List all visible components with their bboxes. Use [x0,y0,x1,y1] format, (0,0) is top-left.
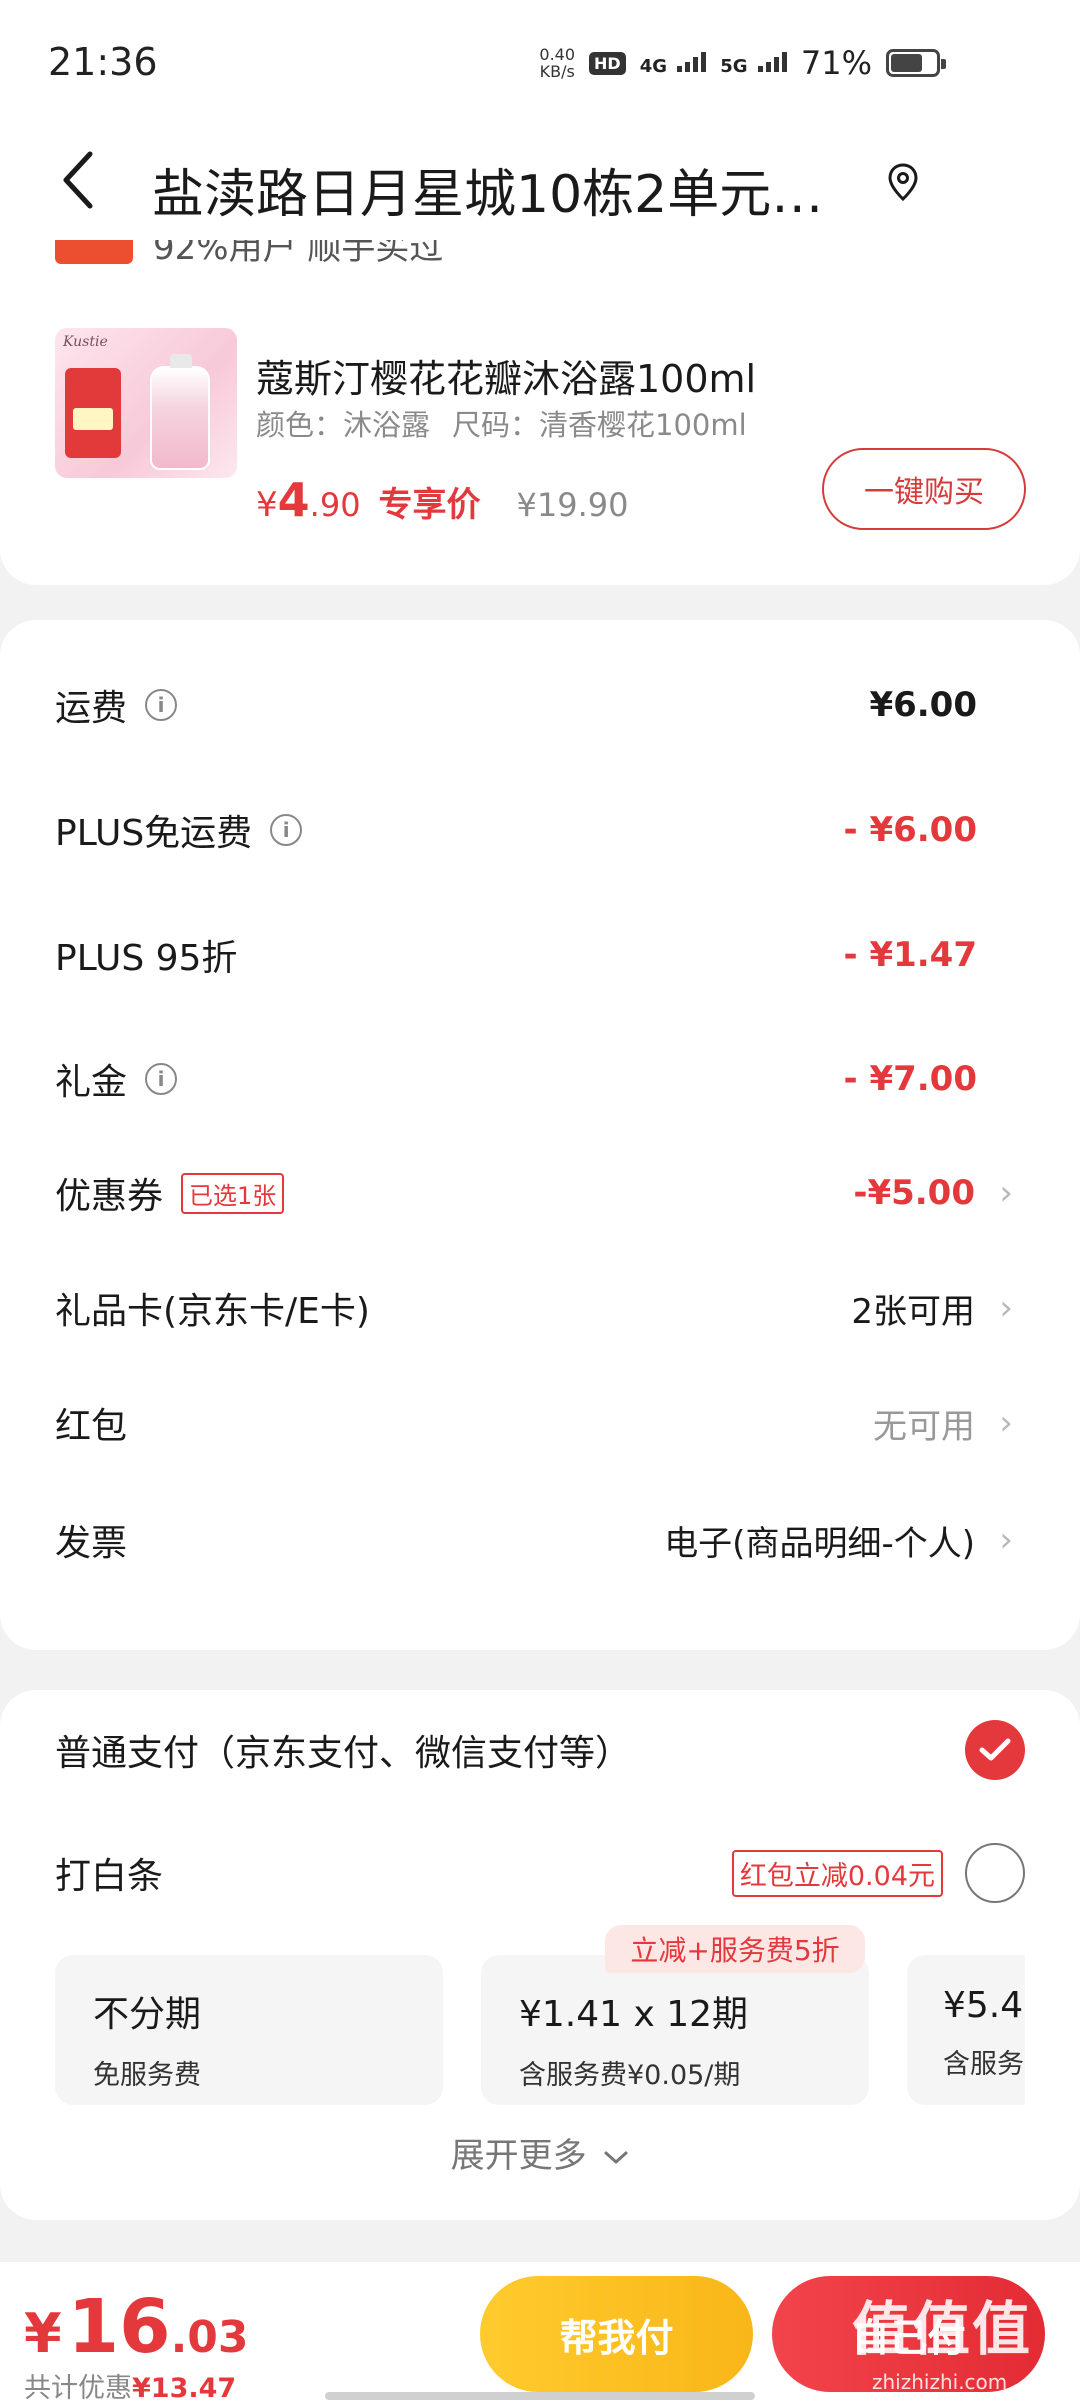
recommend-badge [55,240,133,264]
signal-5g-icon: 5G [720,50,787,77]
exclusive-price-tag: 专享价 [378,485,481,525]
back-arrow-icon[interactable] [56,148,106,212]
product-image[interactable]: Kustie [55,328,237,478]
clock: 21:36 [48,40,158,84]
plus-free-shipping-value: - ¥6.00 [843,810,978,850]
installment-plan-other[interactable]: ¥5.4 含服务 [907,1955,1025,2105]
battery-icon [886,49,946,77]
gift-card-value: 2张可用 [851,1291,975,1332]
location-pin-icon[interactable] [885,162,921,202]
chevron-right-icon: › [999,1288,1013,1328]
chevron-right-icon: › [999,1173,1013,1213]
checkmark-selected-icon[interactable] [965,1720,1025,1780]
gift-money-row: 礼金 i - ¥7.00 [55,1059,978,1103]
expand-more-button[interactable]: 展开更多 [0,2128,1080,2177]
payment-card: 普通支付（京东支付、微信支付等） 打白条 红包立减0.04元 立减+服务费5折 … [0,1690,1080,2220]
info-icon[interactable]: i [145,689,178,721]
chevron-right-icon: › [999,1403,1013,1443]
delivery-address[interactable]: 盐渎路日月星城10栋2单元… [152,152,852,227]
red-packet-value: 无可用 [873,1406,975,1447]
battery-percent: 71% [800,44,872,82]
page-header: 盐渎路日月星城10栋2单元… [0,120,1080,240]
checkout-bar: ¥ 16 .03 共计优惠¥13.47 帮我付 自己付 值值值 zhizhizh… [0,2262,1080,2408]
total-saving: 共计优惠¥13.47 [24,2373,237,2404]
invoice-row[interactable]: 发票 电子(商品明细-个人) › [55,1505,1025,1575]
installment-plan-12[interactable]: ¥1.41 x 12期 含服务费¥0.05/期 [481,1955,869,2105]
coupon-row[interactable]: 优惠券 已选1张 -¥5.00 › [55,1158,1025,1228]
hd-icon: HD [589,51,626,75]
installment-plans: 不分期 免服务费 ¥1.41 x 12期 含服务费¥0.05/期 ¥5.4 含服… [55,1955,1025,2125]
one-click-buy-button[interactable]: 一键购买 [822,448,1026,530]
original-price: ¥19.90 [516,486,629,524]
baitiao-payment-option[interactable]: 打白条 红包立减0.04元 [55,1838,1025,1908]
signal-4g-icon: 4G [640,50,707,77]
watermark-logo: 值值值 zhizhizhi.com [852,2295,1033,2394]
plus-discount-row: PLUS 95折 - ¥1.47 [55,935,978,979]
gift-card-row[interactable]: 礼品卡(京东卡/E卡) 2张可用 › [55,1273,1025,1343]
red-packet-row[interactable]: 红包 无可用 › [55,1388,1025,1458]
shipping-value: ¥6.00 [869,685,977,725]
product-price: ¥ 4 .90 专享价 ¥19.90 [256,473,629,527]
baitiao-discount-badge: 红包立减0.04元 [731,1849,943,1897]
installment-plan-none[interactable]: 不分期 免服务费 [55,1955,443,2105]
info-icon[interactable]: i [145,1063,178,1095]
recommend-text: 92%用户 顺手买过 [153,240,444,264]
product-spec: 颜色：沐浴露 尺码：清香樱花100ml [256,408,747,442]
installment-promo-tag: 立减+服务费5折 [605,1925,865,1973]
invoice-value: 电子(商品明细-个人) [664,1523,975,1564]
product-card: 92%用户 顺手买过 Kustie 蔻斯汀樱花花瓣沐浴露100ml 颜色：沐浴露… [0,240,1080,585]
coupon-selected-badge: 已选1张 [181,1172,285,1214]
shipping-row: 运费 i ¥6.00 [55,685,977,729]
status-bar: 21:36 0.40 KB/s HD 4G 5G 71% [0,0,1080,120]
plus-discount-value: - ¥1.47 [843,935,978,975]
home-indicator[interactable] [325,2392,755,2400]
plus-free-shipping-row: PLUS免运费 i - ¥6.00 [55,810,978,854]
help-me-pay-button[interactable]: 帮我付 [480,2276,753,2392]
gift-money-value: - ¥7.00 [843,1059,978,1099]
product-title[interactable]: 蔻斯汀樱花花瓣沐浴露100ml [256,348,756,403]
info-icon[interactable]: i [270,814,303,846]
total-price: ¥ 16 .03 [24,2284,249,2370]
status-icons: 0.40 KB/s HD 4G 5G 71% [539,44,946,82]
fees-card: 运费 i ¥6.00 PLUS免运费 i - ¥6.00 PLUS 95折 - … [0,620,1080,1650]
network-speed: 0.40 KB/s [539,45,576,81]
radio-unselected-icon[interactable] [965,1843,1025,1903]
recommend-row: 92%用户 顺手买过 [55,240,443,264]
chevron-right-icon: › [999,1520,1013,1560]
normal-payment-option[interactable]: 普通支付（京东支付、微信支付等） [55,1715,1025,1785]
chevron-down-icon [604,2151,628,2163]
coupon-value: -¥5.00 [853,1173,975,1213]
